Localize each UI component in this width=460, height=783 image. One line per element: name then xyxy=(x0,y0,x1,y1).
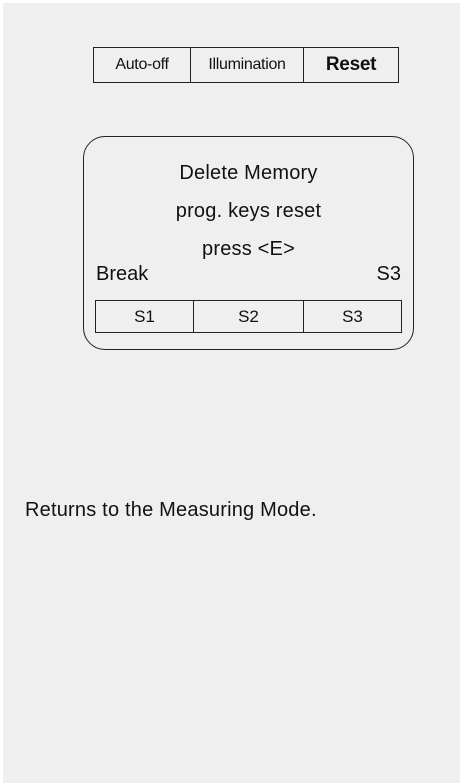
tab-auto-off[interactable]: Auto-off xyxy=(94,48,191,82)
display-line-2: prog. keys reset xyxy=(175,200,322,222)
softkey-s3[interactable]: S3 xyxy=(304,301,401,332)
display-softkey-labels: Break S3 xyxy=(96,263,401,293)
mode-tabs: Auto-off Illumination Reset xyxy=(93,47,399,83)
s3-label: S3 xyxy=(376,263,401,285)
softkey-s1[interactable]: S1 xyxy=(96,301,194,332)
description-text: Returns to the Measuring Mode. xyxy=(25,499,317,521)
tab-illumination[interactable]: Illumination xyxy=(191,48,304,82)
content-panel: Auto-off Illumination Reset Delete Memor… xyxy=(3,3,460,783)
device-display: Delete Memory prog. keys reset press <E>… xyxy=(83,136,414,350)
softkey-s2[interactable]: S2 xyxy=(194,301,304,332)
display-line-3: press <E> xyxy=(202,238,295,260)
tab-reset[interactable]: Reset xyxy=(304,48,398,82)
break-label: Break xyxy=(96,263,149,285)
softkey-bar: S1 S2 S3 xyxy=(95,300,402,333)
display-line-1: Delete Memory xyxy=(179,162,318,184)
